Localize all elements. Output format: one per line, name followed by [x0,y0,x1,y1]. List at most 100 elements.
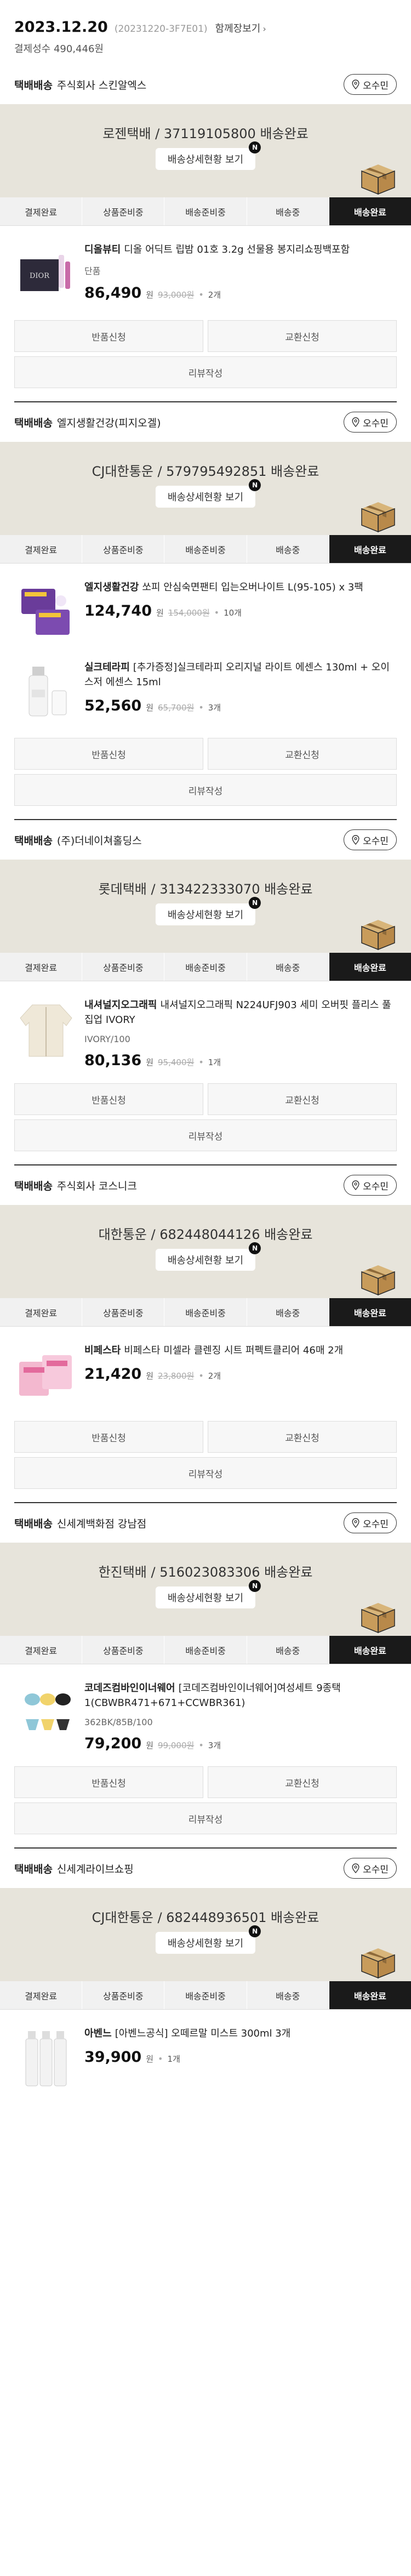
product-list: 비페스타 비페스타 미셀라 클렌징 시트 퍼펙트클리어 46매 2개 21,420 원… [0,1327,411,1407]
order-number: (20231220-3F7E01) [114,24,208,35]
product-name[interactable]: 엘지생활건강 쏘피 안심숙면팬티 입는오버나이트 L(95-105) x 3팩 [84,580,397,595]
product-item[interactable]: 아벤느 [아벤느공식] 오떼르말 미스트 300ml 3개 39,900 원 • 1개 [0,2010,411,2090]
product-item[interactable]: 실크테라피 [추가증정]실크테라피 오리지널 라이트 에센스 130ml + 오이… [0,644,411,724]
product-thumbnail[interactable] [14,998,78,1061]
currency-unit: 원 [146,1741,154,1750]
price-row: 124,740 원 154,000원 • 10개 [84,602,397,619]
product-name[interactable]: 내셔널지오그래픽 내셔널지오그래픽 N224UFJ903 세미 오버핏 플리스 풀… [84,998,397,1027]
return-request-button[interactable]: 반품신청 [14,1766,203,1798]
product-name[interactable]: 디올뷰티 디올 어딕트 립밤 01호 3.2g 선물용 봉지리쇼핑백포함 [84,242,397,257]
product-list: 내셔널지오그래픽 내셔널지오그래픽 N224UFJ903 세미 오버핏 플리스 풀… [0,981,411,1069]
step-1: 결제완료 [0,1298,83,1326]
step-2: 상품준비중 [82,535,165,563]
return-request-button[interactable]: 반품신청 [14,320,203,352]
product-brand: 코데즈컴바인이너웨어 [84,1682,175,1694]
shipment-section: 택배배송 신세계백화점 강남점 오수민 한진택배 / 516023083306 배… [0,1503,411,1849]
return-request-button[interactable]: 반품신청 [14,1421,203,1453]
shipment-section: 택배배송 (주)더네이쳐홀딩스 오수민 롯데택배 / 313422333070 배… [0,820,411,1165]
new-badge: N [249,897,261,909]
write-review-button[interactable]: 리뷰작성 [14,774,397,806]
return-request-button[interactable]: 반품신청 [14,1083,203,1115]
currency-unit: 원 [146,1371,154,1381]
product-option: IVORY/100 [84,1034,130,1044]
carrier-tracking: 한진택배 / 516023083306 배송완료 [98,1565,313,1580]
product-item[interactable]: 비페스타 비페스타 미셀라 클렌징 시트 퍼펙트클리어 46매 2개 21,420 원… [0,1327,411,1407]
step-5: 배송완료 [329,1981,411,2009]
tracking-detail-button[interactable]: 배송상세현황 보기 N [155,897,261,925]
recipient-name: 오수민 [363,1519,389,1530]
product-name[interactable]: 비페스타 비페스타 미셀라 클렌징 시트 퍼펙트클리어 46매 2개 [84,1343,397,1358]
exchange-request-button[interactable]: 교환신청 [208,1766,397,1798]
delivery-box-icon [361,164,395,195]
location-pin-icon [352,417,359,427]
product-quantity: 1개 [167,2054,180,2064]
product-item[interactable]: DIOR 디올뷰티 디올 어딕트 립밤 01호 3.2g 선물용 봉지리쇼핑백포함 단… [0,226,411,306]
original-price: 99,000원 [158,1741,195,1750]
step-1: 결제완료 [0,953,83,981]
product-price: 79,200 [84,1735,142,1752]
product-info: 실크테라피 [추가증정]실크테라피 오리지널 라이트 에센스 130ml + 오이… [78,660,397,724]
product-price: 52,560 [84,697,142,714]
recipient-name: 오수민 [363,1181,389,1192]
shipment-seller: 택배배송 엘지생활건강(피지오겔) [14,415,161,430]
recipient-button[interactable]: 오수민 [344,74,397,95]
product-item[interactable]: 코데즈컴바인이너웨어 [코데즈컴바인이너웨어]여성세트 9종택1(CBWBR471… [0,1664,411,1752]
tracking-detail-button[interactable]: 배송상세현황 보기 N [155,1242,261,1271]
product-thumbnail[interactable] [14,1343,78,1407]
separator-dot: • [198,1740,204,1750]
action-row: 반품신청 교환신청 [14,1421,397,1453]
order-actions: 반품신청 교환신청 리뷰작성 [0,1752,411,1834]
chevron-right-icon: › [262,24,266,34]
product-thumbnail[interactable] [14,660,78,724]
seller-name: 주식회사 스킨알엑스 [56,79,147,92]
delivery-status-box: 한진택배 / 516023083306 배송완료 배송상세현황 보기 N [0,1543,411,1636]
product-quantity: 3개 [208,703,221,713]
exchange-request-button[interactable]: 교환신청 [208,320,397,352]
separator-dot: • [198,702,204,713]
tracking-detail-button[interactable]: 배송상세현황 보기 N [155,1580,261,1608]
write-review-button[interactable]: 리뷰작성 [14,356,397,388]
recipient-button[interactable]: 오수민 [344,1175,397,1196]
return-request-button[interactable]: 반품신청 [14,738,203,770]
step-5: 배송완료 [329,953,411,981]
product-item[interactable]: 내셔널지오그래픽 내셔널지오그래픽 N224UFJ903 세미 오버핏 플리스 풀… [0,981,411,1069]
product-thumbnail[interactable]: DIOR [14,242,78,306]
tracking-detail-button[interactable]: 배송상세현황 보기 N [155,479,261,508]
product-name[interactable]: 실크테라피 [추가증정]실크테라피 오리지널 라이트 에센스 130ml + 오이… [84,660,397,690]
exchange-request-button[interactable]: 교환신청 [208,1083,397,1115]
exchange-request-button[interactable]: 교환신청 [208,1421,397,1453]
step-5: 배송완료 [329,1298,411,1326]
view-all-link[interactable]: 함께장보기 › [215,21,266,35]
separator-dot: • [198,289,204,300]
product-thumbnail[interactable] [14,2026,78,2090]
product-quantity: 10개 [224,608,242,618]
shipment-seller: 택배배송 주식회사 코스니크 [14,1178,137,1193]
new-badge: N [249,141,261,153]
product-thumbnail[interactable] [14,580,78,644]
shipment-seller: 택배배송 신세계라이브쇼핑 [14,1861,134,1876]
recipient-button[interactable]: 오수민 [344,412,397,433]
write-review-button[interactable]: 리뷰작성 [14,1457,397,1489]
recipient-button[interactable]: 오수민 [344,1512,397,1533]
write-review-button[interactable]: 리뷰작성 [14,1802,397,1834]
product-thumbnail[interactable] [14,1681,78,1744]
tracking-detail-button[interactable]: 배송상세현황 보기 N [155,1925,261,1954]
exchange-request-button[interactable]: 교환신청 [208,738,397,770]
action-row: 반품신청 교환신청 [14,738,397,770]
product-name[interactable]: 코데즈컴바인이너웨어 [코데즈컴바인이너웨어]여성세트 9종택1(CBWBR471… [84,1681,397,1710]
separator-dot: • [198,1371,204,1381]
tracking-detail-label: 배송상세현황 보기 [167,1255,244,1266]
product-item[interactable]: 엘지생활건강 쏘피 안심숙면팬티 입는오버나이트 L(95-105) x 3팩 12… [0,564,411,644]
tracking-detail-button[interactable]: 배송상세현황 보기 N [155,141,261,170]
step-3: 배송준비중 [164,953,247,981]
product-quantity: 2개 [208,1371,221,1381]
product-name[interactable]: 아벤느 [아벤느공식] 오떼르말 미스트 300ml 3개 [84,2026,397,2041]
recipient-button[interactable]: 오수민 [344,829,397,850]
delivery-status-box: CJ대한통운 / 682448936501 배송완료 배송상세현황 보기 N [0,1888,411,1981]
product-brand: 디올뷰티 [84,244,121,255]
write-review-button[interactable]: 리뷰작성 [14,1119,397,1151]
delivery-box-icon [361,502,395,533]
recipient-button[interactable]: 오수민 [344,1858,397,1879]
product-brand: 내셔널지오그래픽 [84,999,157,1011]
carrier-tracking: 대한통운 / 682448044126 배송완료 [98,1227,313,1242]
